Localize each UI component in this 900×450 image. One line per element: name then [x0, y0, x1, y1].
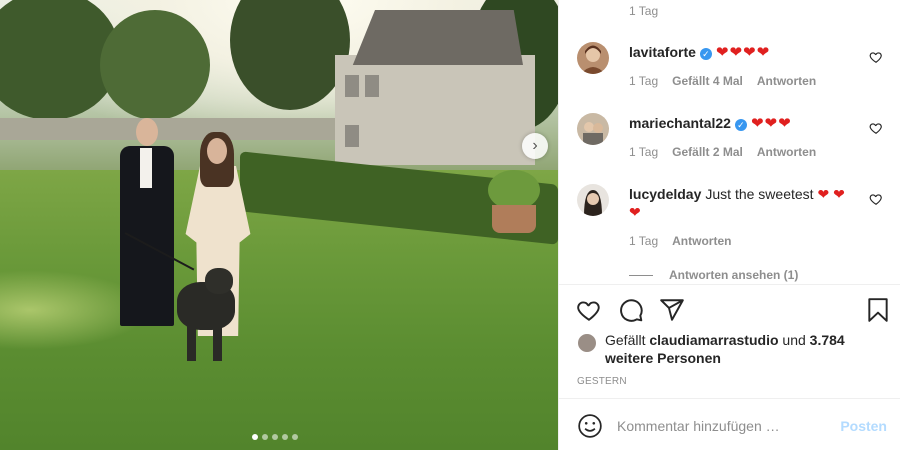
emoji-smile-icon[interactable] [577, 413, 603, 439]
carousel-indicator [252, 434, 298, 440]
carousel-dot [292, 434, 298, 440]
likes-prefix: Gefällt [605, 332, 646, 348]
avatar[interactable] [577, 113, 609, 145]
comment-bubble-icon[interactable] [618, 297, 644, 323]
view-replies-label: Antworten ansehen (1) [669, 268, 799, 282]
comment-text: lavitaforte ✓ ❤❤❤❤ [629, 43, 849, 62]
liker-avatar[interactable] [577, 333, 597, 353]
comment-text: lucydelday Just the sweetest ❤ ❤❤ [629, 185, 849, 221]
comment-time: 1 Tag [629, 74, 659, 88]
post-timestamp[interactable]: GESTERN [577, 376, 627, 387]
comment-username[interactable]: lavitaforte [629, 44, 696, 60]
comment-likes-link[interactable]: Gefällt 4 Mal [672, 74, 743, 88]
comments-pane: 1 Tag lavitaforte ✓ ❤❤❤❤ 1 Tag Gefällt 4 M… [558, 0, 900, 450]
previous-comment-meta: 1 Tag [629, 4, 658, 18]
tree [100, 10, 210, 120]
carousel-dot [272, 434, 278, 440]
avatar[interactable] [577, 184, 609, 216]
comment-username[interactable]: mariechantal22 [629, 115, 731, 131]
comment-likes-link[interactable]: Gefällt 2 Mal [672, 145, 743, 159]
post-button[interactable]: Posten [840, 418, 887, 434]
post-photo[interactable]: › [0, 0, 558, 450]
dog [165, 268, 245, 363]
heart-outline-icon[interactable] [869, 192, 883, 206]
comment-input[interactable] [617, 413, 827, 439]
house-window [345, 75, 359, 97]
reply-button[interactable]: Antworten [672, 234, 731, 248]
carousel-dot [262, 434, 268, 440]
like-heart-icon[interactable] [576, 297, 602, 323]
action-bar [559, 284, 900, 338]
comments-list[interactable]: 1 Tag lavitaforte ✓ ❤❤❤❤ 1 Tag Gefällt 4 M… [559, 0, 900, 284]
carousel-dot [252, 434, 258, 440]
add-comment-bar: Posten [559, 398, 900, 450]
comment-text: mariechantal22 ✓ ❤❤❤ [629, 114, 849, 133]
heart-outline-icon[interactable] [869, 121, 883, 135]
comment-meta: 1 Tag Antworten [629, 234, 731, 248]
heart-outline-icon[interactable] [869, 50, 883, 64]
comment-meta: 1 Tag Gefällt 4 Mal Antworten [629, 74, 816, 88]
share-send-icon[interactable] [659, 297, 685, 323]
comment-username[interactable]: lucydelday [629, 186, 701, 202]
topiary-bush [488, 170, 540, 210]
chevron-right-icon: › [532, 137, 538, 154]
heart-emoji: ❤❤❤ [750, 115, 792, 132]
house [335, 55, 535, 165]
carousel-dot [282, 434, 288, 440]
house-window [365, 75, 379, 97]
liker-username[interactable]: claudiamarrastudio [649, 332, 778, 348]
divider-line [629, 274, 653, 276]
reply-button[interactable]: Antworten [757, 74, 816, 88]
heart-emoji: ❤❤❤❤ [715, 44, 771, 61]
avatar[interactable] [577, 42, 609, 74]
comment-time: 1 Tag [629, 145, 659, 159]
house-window [345, 125, 359, 147]
verified-badge-icon: ✓ [734, 119, 747, 131]
bookmark-save-icon[interactable] [865, 297, 891, 323]
comment-meta: 1 Tag Gefällt 2 Mal Antworten [629, 145, 816, 159]
view-replies-button[interactable]: Antworten ansehen (1) [629, 268, 798, 282]
comment-time: 1 Tag [629, 4, 659, 18]
reply-button[interactable]: Antworten [757, 145, 816, 159]
carousel-next-button[interactable]: › [522, 133, 548, 159]
verified-badge-icon: ✓ [699, 48, 712, 60]
planter-pot [492, 205, 536, 233]
likes-middle: und [782, 332, 806, 348]
comment-time: 1 Tag [629, 234, 659, 248]
